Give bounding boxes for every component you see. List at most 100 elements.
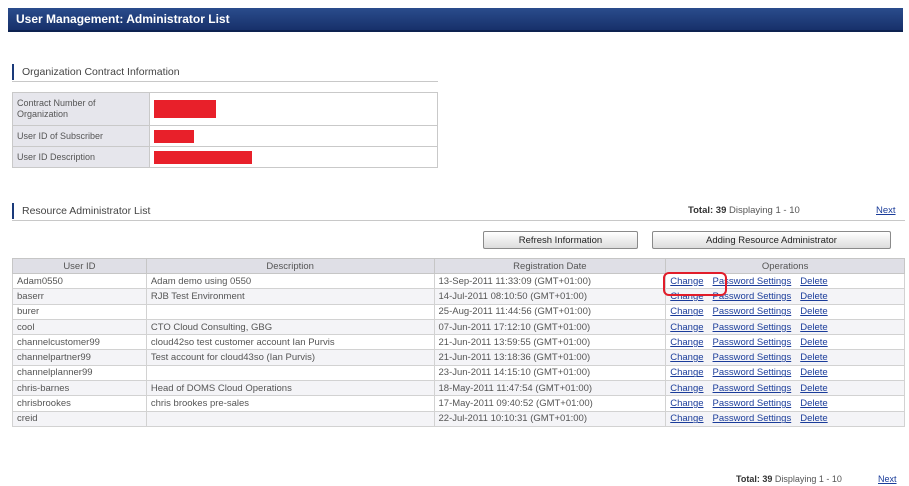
- page-title: User Management: Administrator List: [16, 12, 230, 26]
- delete-link[interactable]: Delete: [800, 337, 827, 348]
- cell-registration-date: 17-May-2011 09:40:52 (GMT+01:00): [433, 395, 667, 412]
- admin-section-heading: Resource Administrator List: [12, 203, 150, 219]
- column-header-user-id: User ID: [12, 258, 147, 274]
- table-row: chrisbrookes chris brookes pre-sales 17-…: [12, 395, 905, 412]
- displaying-range: Displaying 1 - 10: [774, 474, 842, 484]
- pagination-summary-top: Total: 39 Displaying 1 - 10: [688, 205, 800, 216]
- cell-registration-date: 23-Jun-2011 14:15:10 (GMT+01:00): [433, 364, 667, 382]
- change-link[interactable]: Change: [670, 383, 703, 394]
- table-row: chris-barnes Head of DOMS Cloud Operatio…: [12, 380, 905, 397]
- cell-user-id: chrisbrookes: [12, 395, 147, 412]
- add-resource-administrator-button[interactable]: Adding Resource Administrator: [652, 231, 891, 249]
- cell-operations: Change Password Settings Delete: [665, 395, 905, 412]
- info-row-contract-number: Contract Number of Organization: [12, 92, 438, 126]
- total-value: 39: [762, 474, 773, 484]
- cell-description: [145, 364, 435, 382]
- cell-description: Head of DOMS Cloud Operations: [145, 380, 435, 397]
- displaying-range: Displaying 1 - 10: [729, 205, 800, 216]
- cell-operations: Change Password Settings Delete: [665, 334, 905, 351]
- cell-registration-date: 14-Jul-2011 08:10:50 (GMT+01:00): [433, 288, 667, 305]
- change-link[interactable]: Change: [670, 291, 703, 302]
- cell-registration-date: 18-May-2011 11:47:54 (GMT+01:00): [433, 380, 667, 397]
- password-settings-link[interactable]: Password Settings: [713, 337, 792, 348]
- cell-user-id: baserr: [12, 288, 147, 305]
- cell-operations: Change Password Settings Delete: [665, 364, 905, 382]
- cell-user-id: Adam0550: [12, 272, 147, 290]
- change-link[interactable]: Change: [670, 413, 703, 424]
- cell-user-id: burer: [12, 303, 147, 320]
- cell-operations: Change Password Settings Delete: [665, 349, 905, 366]
- cell-registration-date: 21-Jun-2011 13:59:55 (GMT+01:00): [433, 334, 667, 351]
- password-settings-link[interactable]: Password Settings: [713, 352, 792, 363]
- total-label: Total:: [736, 474, 760, 484]
- cell-operations: Change Password Settings Delete: [665, 288, 905, 305]
- redacted-value: [154, 150, 252, 164]
- delete-link[interactable]: Delete: [800, 322, 827, 333]
- password-settings-link[interactable]: Password Settings: [713, 306, 792, 317]
- cell-description: [145, 303, 435, 320]
- page-title-bar: User Management: Administrator List: [8, 8, 903, 32]
- administrator-table: User ID Description Registration Date Op…: [12, 258, 905, 427]
- info-value: [149, 92, 438, 126]
- cell-operations: Change Password Settings Delete: [665, 272, 905, 290]
- delete-link[interactable]: Delete: [800, 276, 827, 287]
- table-row: channelcustomer99 cloud42so test custome…: [12, 334, 905, 351]
- next-page-link-top[interactable]: Next: [876, 205, 896, 216]
- password-settings-link[interactable]: Password Settings: [713, 413, 792, 424]
- cell-registration-date: 07-Jun-2011 17:12:10 (GMT+01:00): [433, 318, 667, 336]
- cell-operations: Change Password Settings Delete: [665, 318, 905, 336]
- change-link[interactable]: Change: [670, 352, 703, 363]
- total-label: Total:: [688, 205, 714, 216]
- change-link[interactable]: Change: [670, 322, 703, 333]
- password-settings-link[interactable]: Password Settings: [713, 398, 792, 409]
- delete-link[interactable]: Delete: [800, 291, 827, 302]
- next-page-link-bottom[interactable]: Next: [878, 474, 897, 484]
- table-row: creid 22-Jul-2011 10:10:31 (GMT+01:00) C…: [12, 410, 905, 427]
- change-link[interactable]: Change: [670, 306, 703, 317]
- cell-user-id: channelplanner99: [12, 364, 147, 382]
- cell-user-id: creid: [12, 410, 147, 427]
- cell-operations: Change Password Settings Delete: [665, 380, 905, 397]
- pagination-summary-bottom: Total: 39 Displaying 1 - 10: [736, 474, 842, 484]
- delete-link[interactable]: Delete: [800, 367, 827, 378]
- delete-link[interactable]: Delete: [800, 398, 827, 409]
- delete-link[interactable]: Delete: [800, 306, 827, 317]
- cell-description: Test account for cloud43so (Ian Purvis): [145, 349, 435, 366]
- cell-user-id: cool: [12, 318, 147, 336]
- info-row-user-description: User ID Description: [12, 146, 438, 168]
- change-link[interactable]: Change: [670, 337, 703, 348]
- cell-registration-date: 13-Sep-2011 11:33:09 (GMT+01:00): [433, 272, 667, 290]
- password-settings-link[interactable]: Password Settings: [713, 276, 792, 287]
- password-settings-link[interactable]: Password Settings: [713, 322, 792, 333]
- cell-description: [145, 410, 435, 427]
- redacted-value: [154, 100, 216, 118]
- delete-link[interactable]: Delete: [800, 383, 827, 394]
- org-info-table: Contract Number of Organization User ID …: [12, 92, 438, 168]
- table-row: burer 25-Aug-2011 11:44:56 (GMT+01:00) C…: [12, 303, 905, 320]
- cell-description: Adam demo using 0550: [145, 272, 435, 290]
- info-label: User ID of Subscriber: [12, 125, 150, 147]
- cell-user-id: chris-barnes: [12, 380, 147, 397]
- change-link[interactable]: Change: [670, 398, 703, 409]
- cell-description: cloud42so test customer account Ian Purv…: [145, 334, 435, 351]
- refresh-information-button[interactable]: Refresh Information: [483, 231, 638, 249]
- password-settings-link[interactable]: Password Settings: [713, 383, 792, 394]
- cell-description: CTO Cloud Consulting, GBG: [145, 318, 435, 336]
- info-label: Contract Number of Organization: [12, 92, 150, 126]
- org-section-divider: [12, 81, 438, 82]
- column-header-operations: Operations: [665, 258, 905, 274]
- cell-operations: Change Password Settings Delete: [665, 303, 905, 320]
- change-link[interactable]: Change: [670, 276, 703, 287]
- table-row: cool CTO Cloud Consulting, GBG 07-Jun-20…: [12, 318, 905, 336]
- cell-description: RJB Test Environment: [145, 288, 435, 305]
- org-section-heading: Organization Contract Information: [12, 64, 180, 80]
- table-row: channelpartner99 Test account for cloud4…: [12, 349, 905, 366]
- delete-link[interactable]: Delete: [800, 413, 827, 424]
- change-link[interactable]: Change: [670, 367, 703, 378]
- table-row: baserr RJB Test Environment 14-Jul-2011 …: [12, 288, 905, 305]
- password-settings-link[interactable]: Password Settings: [713, 367, 792, 378]
- info-row-subscriber-id: User ID of Subscriber: [12, 125, 438, 147]
- info-label: User ID Description: [12, 146, 150, 168]
- password-settings-link[interactable]: Password Settings: [713, 291, 792, 302]
- delete-link[interactable]: Delete: [800, 352, 827, 363]
